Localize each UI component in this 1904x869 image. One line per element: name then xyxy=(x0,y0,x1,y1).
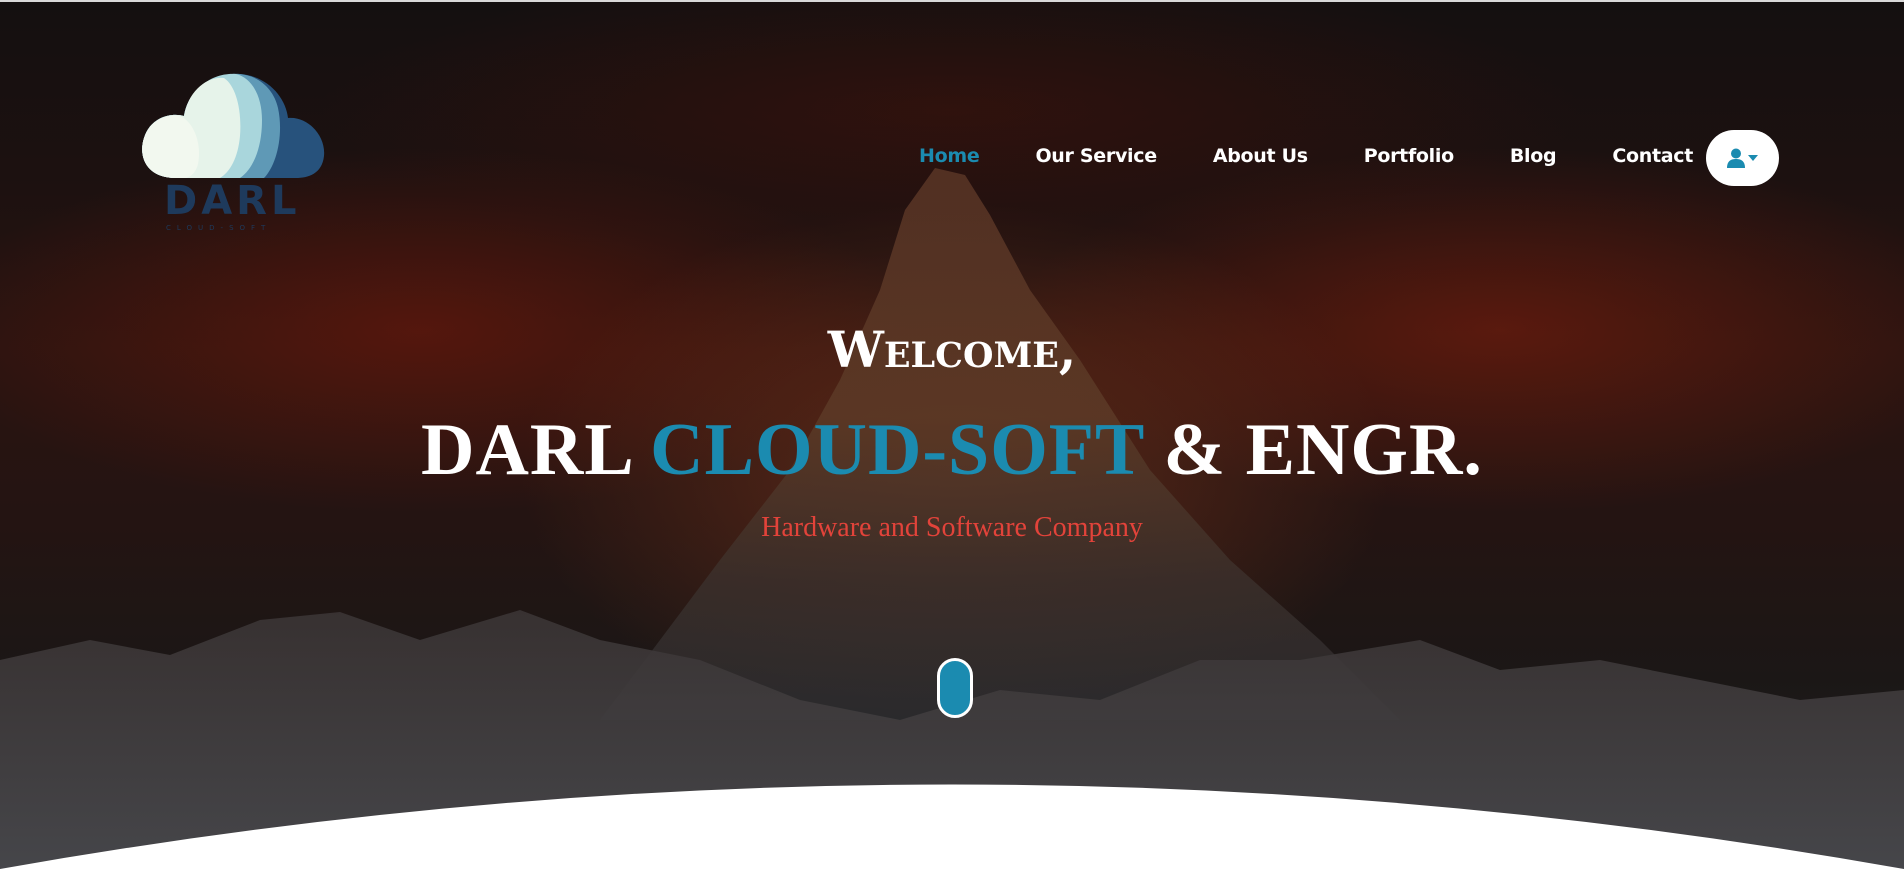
scroll-wheel-dot xyxy=(954,671,957,677)
chevron-down-icon xyxy=(1748,155,1758,161)
main-nav: Home Our Service About Us Portfolio Blog… xyxy=(919,141,1749,171)
nav-item-contact[interactable]: Contact xyxy=(1612,145,1693,167)
nav-item-about-us[interactable]: About Us xyxy=(1213,145,1308,167)
nav-item-portfolio[interactable]: Portfolio xyxy=(1364,145,1454,167)
hero-headline: DARL CLOUD-SOFT & ENGR. xyxy=(0,408,1904,493)
cloud-logo-icon xyxy=(142,73,325,178)
nav-item-home[interactable]: Home xyxy=(919,145,980,167)
headline-suffix: & ENGR. xyxy=(1163,409,1483,491)
hero-section: DARL CLOUD-SOFT Home Our Service About U… xyxy=(0,0,1904,869)
user-menu-button[interactable] xyxy=(1706,130,1779,186)
headline-company: DARL xyxy=(421,409,631,491)
nav-item-blog[interactable]: Blog xyxy=(1510,145,1557,167)
welcome-heading: Welcome, xyxy=(827,320,1077,379)
user-icon xyxy=(1727,148,1745,168)
site-logo[interactable]: DARL CLOUD-SOFT xyxy=(136,66,328,236)
nav-item-our-service[interactable]: Our Service xyxy=(1035,145,1157,167)
logo-wordmark: DARL xyxy=(164,178,301,224)
logo-subtitle: CLOUD-SOFT xyxy=(166,224,272,232)
mouse-scroll-icon[interactable] xyxy=(937,658,973,718)
headline-accent: CLOUD-SOFT xyxy=(650,409,1144,491)
hero-tagline: Hardware and Software Company xyxy=(761,512,1143,543)
